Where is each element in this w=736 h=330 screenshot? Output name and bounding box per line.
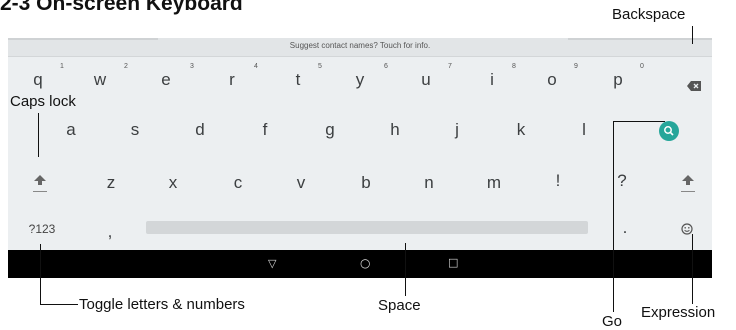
key-hint: 5	[318, 63, 322, 70]
key-g[interactable]: g	[315, 120, 345, 140]
key-m[interactable]: m	[479, 173, 509, 193]
backspace-key[interactable]	[687, 78, 701, 96]
key-t[interactable]: t	[283, 70, 313, 90]
key-s[interactable]: s	[120, 120, 150, 140]
key-z[interactable]: z	[96, 173, 126, 193]
backspace-icon	[687, 81, 701, 91]
callout-backspace: Backspace	[612, 6, 686, 23]
navigation-bar: ▽ ○ □	[8, 250, 712, 278]
callout-go: Go	[602, 313, 623, 330]
key-period[interactable]: .	[610, 218, 640, 238]
leader-expression	[692, 234, 693, 304]
callout-caps-lock: Caps lock	[10, 93, 76, 110]
key-b[interactable]: b	[351, 173, 381, 193]
leader-go-horizontal	[613, 121, 665, 122]
key-e[interactable]: e	[151, 70, 181, 90]
key-o[interactable]: o	[537, 70, 567, 90]
key-hint: 3	[190, 63, 194, 70]
key-r[interactable]: r	[217, 70, 247, 90]
key-question[interactable]: ?	[607, 171, 637, 191]
nav-back-icon[interactable]: ▽	[268, 257, 276, 270]
key-k[interactable]: k	[506, 120, 536, 140]
suggestion-strip[interactable]: Suggest contact names? Touch for info.	[8, 38, 712, 57]
key-c[interactable]: c	[223, 173, 253, 193]
search-icon	[659, 121, 679, 141]
toggle-numbers-key[interactable]: ?123	[22, 222, 62, 236]
shift-arrow-icon	[33, 175, 47, 192]
key-f[interactable]: f	[250, 120, 280, 140]
key-d[interactable]: d	[185, 120, 215, 140]
key-j[interactable]: j	[442, 120, 472, 140]
leader-caps-lock	[38, 113, 39, 157]
key-hint: 7	[448, 63, 452, 70]
key-hint: 8	[512, 63, 516, 70]
key-p[interactable]: p	[603, 70, 633, 90]
key-hint: 1	[60, 63, 64, 70]
nav-recent-icon[interactable]: □	[448, 256, 458, 269]
key-hint: 0	[640, 63, 644, 70]
key-hint: 2	[124, 63, 128, 70]
callout-expression: Expression	[641, 304, 716, 321]
key-hint: 6	[384, 63, 388, 70]
shift-arrow-icon	[681, 175, 695, 192]
key-l[interactable]: l	[569, 120, 599, 140]
leader-toggle-vertical	[40, 244, 41, 305]
key-comma[interactable]: ,	[95, 222, 125, 242]
on-screen-keyboard: Suggest contact names? Touch for info. q…	[8, 38, 712, 250]
leader-space	[405, 243, 406, 296]
callout-space: Space	[378, 297, 421, 314]
shift-key-left[interactable]	[32, 174, 48, 199]
page-title: 2-3 On-screen Keyboard	[0, 0, 243, 15]
key-y[interactable]: y	[345, 70, 375, 90]
space-bar[interactable]	[146, 221, 588, 234]
key-q[interactable]: q	[23, 70, 53, 90]
key-h[interactable]: h	[380, 120, 410, 140]
go-key[interactable]	[659, 121, 679, 146]
key-x[interactable]: x	[158, 173, 188, 193]
key-w[interactable]: w	[85, 70, 115, 90]
key-a[interactable]: a	[56, 120, 86, 140]
nav-home-icon[interactable]: ○	[360, 256, 370, 270]
key-exclamation[interactable]: !	[543, 171, 573, 191]
key-u[interactable]: u	[411, 70, 441, 90]
key-i[interactable]: i	[477, 70, 507, 90]
callout-toggle: Toggle letters & numbers	[79, 296, 245, 313]
shift-key-right[interactable]	[680, 174, 696, 199]
key-v[interactable]: v	[286, 173, 316, 193]
key-hint: 9	[574, 63, 578, 70]
key-n[interactable]: n	[414, 173, 444, 193]
key-hint: 4	[254, 63, 258, 70]
leader-toggle-horizontal	[40, 304, 78, 305]
suggestion-text: Suggest contact names? Touch for info.	[289, 41, 431, 50]
leader-backspace	[692, 26, 693, 44]
leader-go-vertical	[613, 121, 614, 312]
